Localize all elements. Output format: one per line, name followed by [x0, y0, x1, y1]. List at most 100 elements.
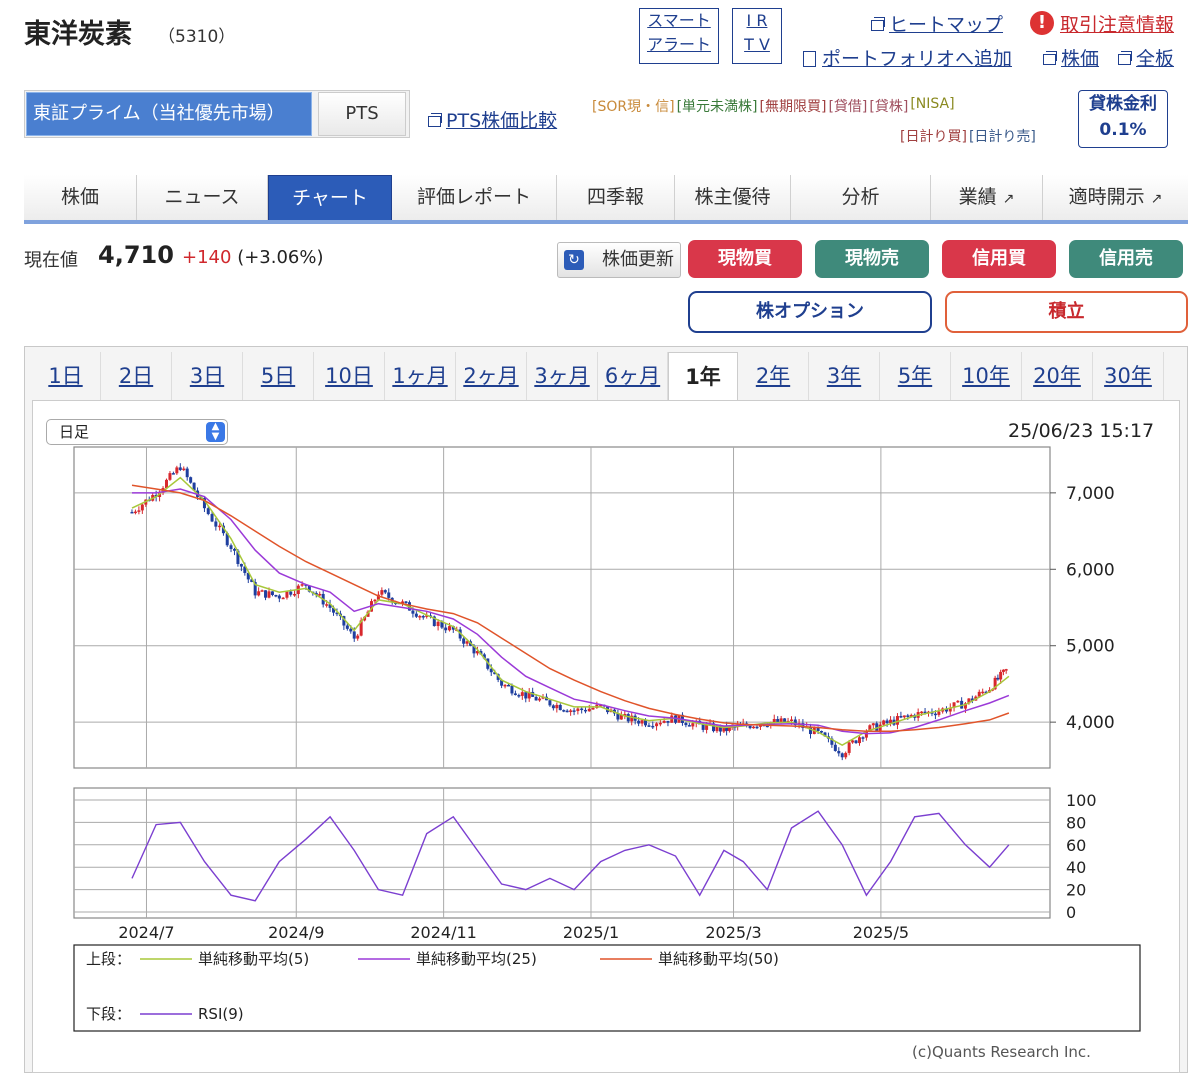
candle-body-29 [232, 548, 236, 551]
candle-body-38 [264, 590, 268, 598]
rsi-plot-frame [73, 787, 1051, 919]
candle-body-39 [267, 591, 271, 598]
candle-body-152 [666, 720, 670, 723]
candle-body-83 [421, 616, 425, 618]
candle-body-22 [206, 508, 210, 515]
y-tick-label-1: 5,000 [1066, 637, 1115, 657]
candle-body-206 [851, 740, 855, 743]
legend-lower-label: 下段： [86, 1005, 131, 1023]
candle-body-36 [257, 591, 261, 596]
candle-body-145 [640, 720, 644, 724]
candle-body-157 [684, 723, 688, 726]
candle-body-205 [847, 742, 851, 753]
candle-body-149 [655, 723, 659, 727]
candle-body-73 [387, 592, 391, 598]
candle-body-250 [1001, 669, 1005, 672]
candle-body-14 [178, 467, 182, 470]
candle-body-31 [239, 563, 243, 567]
candle-body-150 [658, 722, 662, 725]
x-axis-labels: 2024/7 2024/9 2024/11 2025/1 2025/3 2025/5 [118, 923, 909, 942]
candle-body-0 [130, 511, 134, 514]
candle-body-249 [999, 671, 1003, 680]
candle-body-25 [218, 525, 222, 528]
candle-body-230 [933, 713, 937, 716]
rsi-tick-label-2: 40 [1066, 858, 1086, 877]
candle-body-2 [137, 510, 141, 512]
candle-body-44 [285, 591, 289, 598]
copyright: (c)Quants Research Inc. [912, 1043, 1091, 1061]
candle-body-112 [524, 692, 528, 699]
candle-body-41 [274, 594, 278, 597]
candle-body-130 [587, 708, 591, 712]
rsi-tick-label-4: 80 [1066, 813, 1086, 832]
candle-body-55 [325, 604, 329, 606]
candle-body-80 [411, 610, 415, 614]
candle-body-202 [837, 750, 841, 754]
candle-body-177 [748, 725, 752, 729]
candle-body-28 [229, 545, 233, 549]
candle-body-63 [352, 631, 356, 639]
candle-body-1 [133, 511, 137, 514]
candle-body-106 [503, 684, 507, 687]
x-tick-label-1: 2024/9 [268, 923, 324, 942]
candle-body-203 [840, 753, 844, 758]
candle-body-213 [875, 723, 879, 731]
candle-body-23 [210, 514, 214, 522]
candle-body-151 [662, 720, 666, 723]
candle-body-115 [534, 696, 538, 701]
candle-body-158 [687, 725, 691, 727]
candle-body-159 [691, 723, 695, 727]
rsi-tick-label-5: 100 [1066, 791, 1097, 810]
candle-body-110 [517, 695, 521, 697]
candle-body-42 [277, 595, 281, 599]
candle-body-131 [591, 707, 595, 710]
candle-body-40 [270, 591, 274, 595]
candle-body-215 [882, 720, 886, 725]
candle-body-69 [373, 599, 377, 602]
candle-body-209 [861, 737, 865, 739]
candle-body-121 [555, 704, 559, 709]
candle-body-207 [854, 740, 858, 744]
candle-body-129 [583, 709, 587, 712]
candle-body-201 [833, 744, 837, 751]
candle-body-216 [885, 720, 889, 724]
candle-body-178 [752, 726, 756, 729]
candle-body-90 [447, 626, 451, 631]
rsi-tick-label-0: 0 [1066, 903, 1076, 922]
candle-body-45 [289, 591, 293, 595]
candle-body-128 [580, 708, 584, 711]
candle-body-231 [937, 711, 941, 715]
rsi-tick-label-3: 60 [1066, 836, 1086, 855]
candle-body-62 [349, 628, 353, 632]
candle-body-120 [551, 705, 555, 709]
candle-body-204 [844, 752, 848, 758]
candle-body-127 [576, 708, 580, 712]
candle-body-109 [513, 693, 517, 696]
candle-body-71 [380, 590, 384, 595]
candle-body-15 [182, 468, 186, 471]
candle-body-81 [414, 613, 418, 617]
candle-body-53 [318, 593, 322, 596]
candle-body-236 [956, 700, 960, 703]
candle-body-144 [637, 720, 641, 724]
candle-body-87 [436, 621, 440, 627]
candle-body-111 [520, 692, 524, 696]
candle-body-3 [140, 504, 144, 511]
x-tick-label-2: 2024/11 [410, 923, 476, 942]
candle-body-208 [857, 737, 861, 744]
candle-body-12 [171, 473, 175, 475]
candle-body-220 [899, 716, 903, 718]
candle-body-184 [772, 719, 776, 723]
candle-body-123 [562, 710, 566, 712]
candle-body-13 [175, 467, 179, 474]
candle-body-251 [1004, 669, 1008, 671]
candle-body-61 [345, 625, 349, 629]
stock-chart: 4,000 5,000 6,000 7,000 0 20 40 60 80 100 2024/7… [73, 446, 1141, 1032]
legend-sma50: 単純移動平均(50) [658, 950, 779, 968]
candle-body-148 [651, 725, 655, 728]
candle-body-125 [569, 710, 573, 713]
candle-body-46 [293, 593, 297, 596]
candle-body-119 [548, 700, 552, 706]
candle-body-146 [644, 720, 648, 726]
rsi-tick-label-1: 20 [1066, 881, 1086, 900]
